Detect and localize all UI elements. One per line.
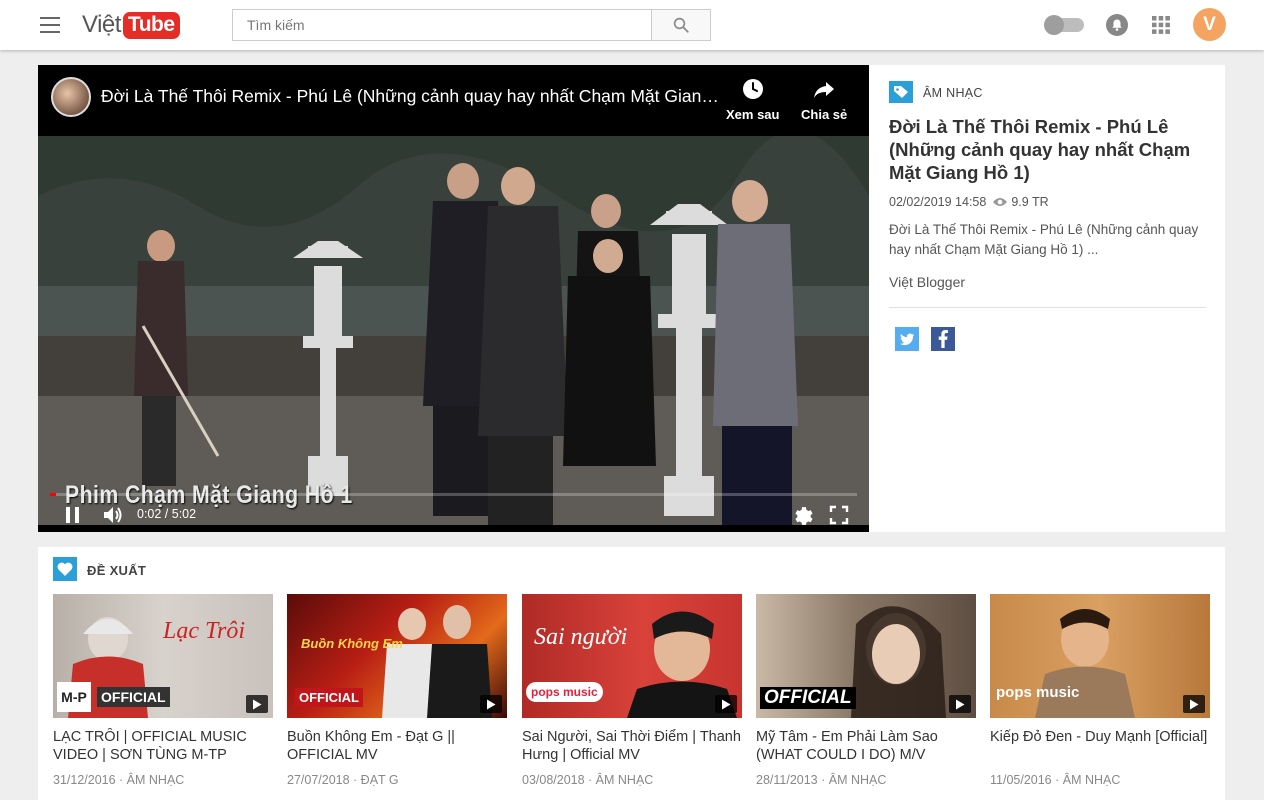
thumbnail-title-text: Sai người bbox=[534, 624, 628, 650]
video-card[interactable]: Buồn Không Em OFFICIAL Buồn Không Em - Đ… bbox=[287, 594, 507, 787]
progress-fill bbox=[50, 493, 56, 496]
official-badge: OFFICIAL bbox=[295, 688, 363, 707]
video-thumbnail[interactable]: Sai người pops music bbox=[522, 594, 742, 718]
play-badge bbox=[480, 695, 502, 713]
twitter-icon bbox=[899, 333, 914, 345]
video-card-title[interactable]: Sai Người, Sai Thời Điểm | Thanh Hưng | … bbox=[522, 728, 742, 764]
share-label: Chia sẻ bbox=[801, 107, 848, 122]
search-button[interactable] bbox=[651, 9, 711, 41]
video-frame[interactable] bbox=[38, 136, 869, 525]
category-tag bbox=[889, 81, 913, 103]
volume-icon[interactable] bbox=[102, 504, 124, 526]
category-label[interactable]: ÂM NHẠC bbox=[923, 86, 983, 100]
video-card-title[interactable]: Buồn Không Em - Đạt G || OFFICIAL MV bbox=[287, 728, 507, 764]
video-card-meta: 11/05/2016 · ÂM NHẠC bbox=[990, 773, 1121, 787]
video-card-title[interactable]: Kiếp Đỏ Đen - Duy Mạnh [Official] bbox=[990, 728, 1210, 764]
clock-icon bbox=[742, 79, 763, 99]
play-badge bbox=[1183, 695, 1205, 713]
author-name[interactable]: Việt Blogger bbox=[889, 274, 965, 290]
video-card[interactable]: OFFICIAL Mỹ Tâm - Em Phải Làm Sao (WHAT … bbox=[756, 594, 976, 787]
video-card[interactable]: Sai người pops music Sai Người, Sai Thời… bbox=[522, 594, 742, 787]
channel-avatar[interactable] bbox=[51, 77, 91, 117]
video-card-meta: 28/11/2013 · ÂM NHẠC bbox=[756, 773, 887, 787]
official-badge: OFFICIAL bbox=[760, 687, 856, 709]
search-input[interactable] bbox=[232, 9, 652, 41]
video-thumbnail[interactable]: Lạc Trôi M-P OFFICIAL bbox=[53, 594, 273, 718]
play-icon bbox=[956, 699, 965, 709]
fullscreen-icon[interactable] bbox=[828, 504, 850, 526]
video-card-meta: 27/07/2018 · ĐẠT G bbox=[287, 773, 399, 787]
official-badge: OFFICIAL bbox=[97, 687, 170, 707]
play-badge bbox=[949, 695, 971, 713]
play-badge bbox=[715, 695, 737, 713]
info-title: Đời Là Thế Thôi Remix - Phú Lê (Những cả… bbox=[889, 116, 1191, 183]
video-card[interactable]: Lạc Trôi M-P OFFICIAL LẠC TRÔI | OFFICIA… bbox=[53, 594, 273, 787]
facebook-share-button[interactable] bbox=[931, 327, 955, 351]
share-button[interactable]: Chia sẻ bbox=[801, 77, 847, 122]
hamburger-menu-icon[interactable] bbox=[40, 17, 60, 33]
pops-music-badge: pops music bbox=[996, 684, 1080, 701]
video-thumbnail[interactable]: pops music bbox=[990, 594, 1210, 718]
thumbnail-title-text: Lạc Trôi bbox=[163, 618, 246, 644]
apps-grid-icon[interactable] bbox=[1151, 15, 1171, 35]
info-meta: 02/02/2019 14:58 9.9 TR bbox=[889, 195, 1049, 209]
video-thumbnail[interactable]: OFFICIAL bbox=[756, 594, 976, 718]
video-card-meta: 03/08/2018 · ÂM NHẠC bbox=[522, 773, 654, 787]
publish-date: 02/02/2019 14:58 bbox=[889, 195, 987, 209]
progress-bar[interactable] bbox=[50, 493, 857, 496]
watch-later-label: Xem sau bbox=[726, 107, 780, 122]
search-icon bbox=[673, 17, 689, 33]
recommendations-heading: ĐỀ XUẤT bbox=[87, 563, 147, 578]
video-player[interactable]: Đời Là Thế Thôi Remix - Phú Lê (Những cả… bbox=[38, 65, 869, 532]
play-icon bbox=[253, 699, 262, 709]
site-logo[interactable]: Việt Tube bbox=[82, 9, 180, 41]
top-header: Việt Tube V bbox=[0, 0, 1264, 50]
play-icon bbox=[1190, 699, 1199, 709]
tag-icon bbox=[894, 86, 908, 98]
play-badge bbox=[246, 695, 268, 713]
pops-music-badge: pops music bbox=[526, 682, 603, 702]
settings-gear-icon[interactable] bbox=[792, 504, 814, 526]
video-card-title[interactable]: LẠC TRÔI | OFFICIAL MUSIC VIDEO | SƠN TÙ… bbox=[53, 728, 273, 764]
video-scene-image bbox=[38, 136, 869, 525]
logo-badge: Tube bbox=[122, 11, 180, 39]
play-icon bbox=[487, 699, 496, 709]
pause-icon[interactable] bbox=[62, 504, 84, 526]
mtp-logo: M-P bbox=[57, 682, 91, 712]
play-icon bbox=[722, 699, 731, 709]
thumbnail-title-text: Buồn Không Em bbox=[301, 636, 403, 651]
watch-later-button[interactable]: Xem sau bbox=[726, 77, 779, 122]
video-card-title[interactable]: Mỹ Tâm - Em Phải Làm Sao (WHAT COULD I D… bbox=[756, 728, 976, 764]
video-card[interactable]: pops music Kiếp Đỏ Đen - Duy Mạnh [Offic… bbox=[990, 594, 1210, 787]
theme-toggle[interactable] bbox=[1044, 15, 1086, 35]
eye-icon bbox=[993, 198, 1008, 206]
video-title[interactable]: Đời Là Thế Thôi Remix - Phú Lê (Những cả… bbox=[101, 86, 721, 107]
playback-time: 0:02 / 5:02 bbox=[137, 507, 197, 521]
share-arrow-icon bbox=[814, 82, 835, 98]
view-count: 9.9 TR bbox=[1011, 195, 1049, 209]
notification-bell-icon[interactable] bbox=[1105, 13, 1129, 37]
info-description: Đời Là Thế Thôi Remix - Phú Lê (Những cả… bbox=[889, 222, 1199, 257]
recommendations-section: ĐỀ XUẤT Lạc Trôi M-P OFFICIAL LẠC TRÔI |… bbox=[38, 547, 1225, 800]
heart-badge bbox=[53, 557, 77, 581]
twitter-share-button[interactable] bbox=[895, 327, 919, 351]
video-card-meta: 31/12/2016 · ÂM NHẠC bbox=[53, 773, 185, 787]
divider bbox=[889, 307, 1206, 308]
player-title-bar: Đời Là Thế Thôi Remix - Phú Lê (Những cả… bbox=[38, 65, 869, 136]
logo-text: Việt bbox=[82, 11, 121, 38]
heart-icon bbox=[57, 562, 73, 576]
video-thumbnail[interactable]: Buồn Không Em OFFICIAL bbox=[287, 594, 507, 718]
video-info-panel: ÂM NHẠC Đời Là Thế Thôi Remix - Phú Lê (… bbox=[869, 65, 1225, 532]
facebook-icon bbox=[938, 330, 948, 348]
user-avatar[interactable]: V bbox=[1193, 8, 1226, 41]
